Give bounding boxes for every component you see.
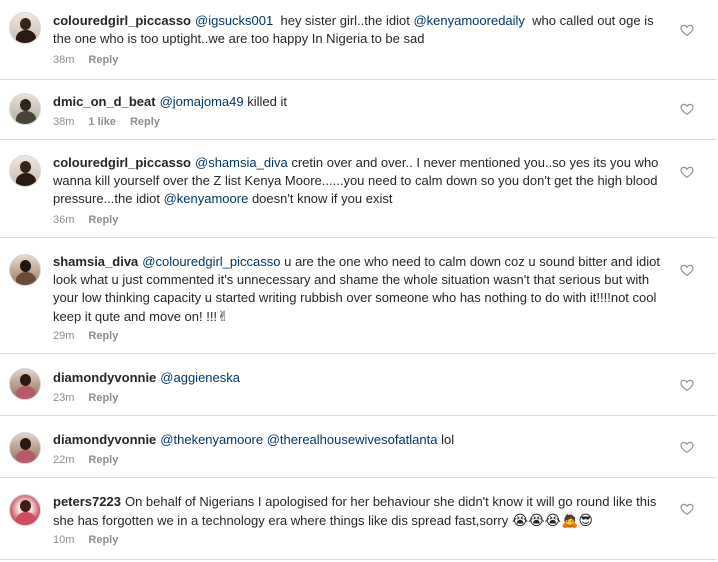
comment-text: colouredgirl_piccasso @shamsia_diva creti… xyxy=(53,154,663,208)
heart-outline-icon[interactable] xyxy=(680,440,694,454)
reply-button[interactable]: Reply xyxy=(88,534,118,546)
avatar[interactable] xyxy=(9,155,41,187)
heart-outline-icon[interactable] xyxy=(680,102,694,116)
comment-body: hey sister girl..the idiot xyxy=(280,13,410,28)
comment-text: peters7223 On behalf of Nigerians I apolo… xyxy=(53,493,663,530)
reply-button[interactable]: Reply xyxy=(130,116,160,128)
comment-username[interactable]: shamsia_diva xyxy=(53,254,138,269)
comment-username[interactable]: colouredgirl_piccasso xyxy=(53,13,191,28)
comment-meta: 29m Reply xyxy=(53,330,132,342)
comment-item: colouredgirl_piccasso @shamsia_diva creti… xyxy=(0,140,716,238)
emoji: 😭😭😭🙇😎 xyxy=(511,512,593,528)
heart-outline-icon[interactable] xyxy=(680,263,694,277)
avatar[interactable] xyxy=(9,254,41,286)
emoji: ✌ xyxy=(217,308,229,324)
comment-time[interactable]: 23m xyxy=(53,392,74,404)
comment-item: peters7223 On behalf of Nigerians I apolo… xyxy=(0,478,716,560)
likes-count[interactable]: 1 like xyxy=(88,116,116,128)
comment-meta: 38m 1 like Reply xyxy=(53,116,174,128)
mention-link[interactable]: @jomajoma49 xyxy=(160,94,244,109)
reply-button[interactable]: Reply xyxy=(88,330,118,342)
comment-body: lol xyxy=(441,432,455,447)
comment-username[interactable]: diamondyvonnie xyxy=(53,432,156,447)
heart-outline-icon[interactable] xyxy=(680,378,694,392)
comment-text: shamsia_diva @colouredgirl_piccasso u are… xyxy=(53,253,663,326)
mention-link[interactable]: @colouredgirl_piccasso xyxy=(142,254,280,269)
heart-outline-icon[interactable] xyxy=(680,502,694,516)
comment-text: diamondyvonnie @aggieneska xyxy=(53,369,663,387)
mention-link[interactable]: @therealhousewivesofatlanta xyxy=(267,432,438,447)
avatar[interactable] xyxy=(9,432,41,464)
heart-outline-icon[interactable] xyxy=(680,23,694,37)
mention-link[interactable]: @aggieneska xyxy=(160,370,240,385)
comment-meta: 23m Reply xyxy=(53,392,132,404)
reply-button[interactable]: Reply xyxy=(88,454,118,466)
reply-button[interactable]: Reply xyxy=(88,214,118,226)
comment-item: diamondyvonnie @thekenyamoore @therealhou… xyxy=(0,416,716,478)
comment-body: killed it xyxy=(247,94,287,109)
comment-item: colouredgirl_piccasso @igsucks001 hey sis… xyxy=(0,0,716,80)
comment-meta: 10m Reply xyxy=(53,534,132,546)
comment-username[interactable]: colouredgirl_piccasso xyxy=(53,155,191,170)
heart-outline-icon[interactable] xyxy=(680,165,694,179)
comment-time[interactable]: 36m xyxy=(53,214,74,226)
comment-item: shamsia_diva @colouredgirl_piccasso u are… xyxy=(0,238,716,354)
avatar[interactable] xyxy=(9,368,41,400)
reply-button[interactable]: Reply xyxy=(88,54,118,66)
reply-button[interactable]: Reply xyxy=(88,392,118,404)
avatar[interactable] xyxy=(9,494,41,526)
comment-time[interactable]: 10m xyxy=(53,534,74,546)
comment-username[interactable]: diamondyvonnie xyxy=(53,370,156,385)
comment-text: diamondyvonnie @thekenyamoore @therealhou… xyxy=(53,431,663,449)
avatar[interactable] xyxy=(9,12,41,44)
mention-link[interactable]: @thekenyamoore xyxy=(160,432,263,447)
comment-meta: 38m Reply xyxy=(53,54,132,66)
comment-time[interactable]: 38m xyxy=(53,54,74,66)
comment-time[interactable]: 29m xyxy=(53,330,74,342)
mention-link[interactable]: @kenyamoore xyxy=(164,191,249,206)
comment-text: dmic_on_d_beat @jomajoma49 killed it xyxy=(53,93,663,111)
mention-link[interactable]: @igsucks001 xyxy=(195,13,273,28)
mention-link[interactable]: @kenyamooredaily xyxy=(413,13,524,28)
comment-meta: 36m Reply xyxy=(53,214,132,226)
mention-link[interactable]: @shamsia_diva xyxy=(195,155,288,170)
comment-username[interactable]: peters7223 xyxy=(53,494,121,509)
comment-body: doesn't know if you exist xyxy=(251,191,393,206)
comment-text: colouredgirl_piccasso @igsucks001 hey sis… xyxy=(53,12,663,48)
comment-time[interactable]: 38m xyxy=(53,116,74,128)
avatar[interactable] xyxy=(9,93,41,125)
comment-username[interactable]: dmic_on_d_beat xyxy=(53,94,156,109)
comment-item: diamondyvonnie @aggieneska 23m Reply xyxy=(0,354,716,416)
comment-meta: 22m Reply xyxy=(53,454,132,466)
comment-item: dmic_on_d_beat @jomajoma49 killed it 38m 1… xyxy=(0,80,716,140)
comment-time[interactable]: 22m xyxy=(53,454,74,466)
